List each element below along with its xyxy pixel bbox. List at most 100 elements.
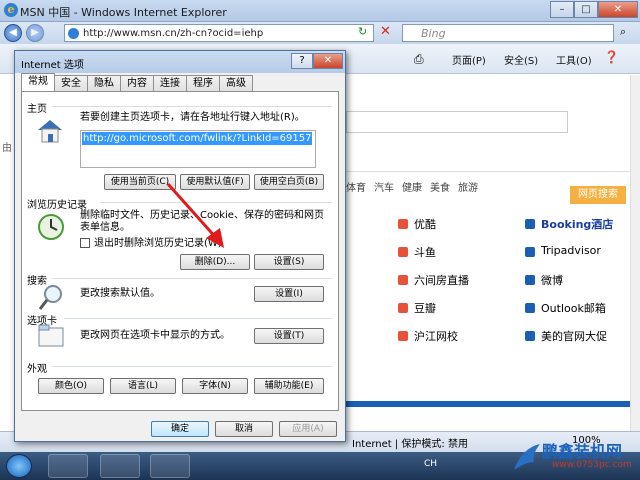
tools-menu[interactable]: 工具(O)	[556, 52, 592, 67]
colors-button[interactable]: 颜色(O)	[38, 378, 104, 394]
general-panel: 主页 若要创建主页选项卡，请在各地址行键入地址(R)。 http://go.mi…	[21, 91, 339, 411]
site-favicon-icon	[398, 247, 408, 257]
site-favicon-icon	[398, 331, 408, 341]
divider	[52, 106, 332, 107]
bird-logo-icon	[514, 444, 540, 470]
use-blank-button[interactable]: 使用空白页(B)	[254, 174, 324, 190]
dialog-close-button[interactable]: ✕	[313, 53, 343, 69]
search-desc: 更改搜索默认值。	[80, 288, 160, 299]
history-desc-line2: 表单信息。	[80, 222, 130, 233]
internet-options-dialog: Internet 选项 ? ✕ 常规 安全 隐私 内容 连接 程序 高级 主页 若要创建主页…	[14, 50, 346, 442]
maximize-button[interactable]: □	[574, 1, 598, 18]
category-tab[interactable]: 健康	[402, 179, 422, 194]
taskbar-folder-icon[interactable]	[100, 454, 140, 478]
site-link[interactable]: 豆瓣	[414, 300, 436, 316]
home-desc: 若要创建主页选项卡，请在各地址行键入地址(R)。	[80, 112, 305, 123]
back-icon[interactable]: ◀	[4, 24, 22, 42]
tab-0[interactable]: 常规	[21, 73, 55, 91]
dialog-title: Internet 选项	[21, 60, 84, 71]
category-tab[interactable]: 汽车	[374, 179, 394, 194]
use-current-button[interactable]: 使用当前页(C)	[104, 174, 176, 190]
delete-on-exit-checkbox[interactable]	[80, 238, 90, 248]
fonts-button[interactable]: 字体(N)	[182, 378, 248, 394]
site-link[interactable]: 优酷	[414, 216, 436, 232]
category-tab[interactable]: 体育	[346, 179, 366, 194]
site-link[interactable]: Tripadvisor	[541, 244, 601, 257]
address-text: http://www.msn.cn/zh-cn?ocid=iehp	[83, 28, 264, 39]
site-link[interactable]: Outlook邮箱	[541, 300, 606, 316]
site-link[interactable]: 六间房直播	[414, 272, 469, 288]
tray-language[interactable]: CH	[424, 459, 437, 469]
page-menu[interactable]: 页面(P)	[452, 52, 486, 67]
stop-icon[interactable]: ✕	[380, 24, 391, 39]
site-link[interactable]: 沪江网校	[414, 328, 458, 344]
tab-2[interactable]: 隐私	[87, 75, 121, 91]
site-favicon-icon	[398, 219, 408, 229]
site-search-button[interactable]: 网页搜索	[570, 186, 626, 204]
site-search-input[interactable]	[346, 111, 568, 133]
site-favicon-icon	[525, 303, 535, 313]
ie-titlebar: e MSN 中国 - Windows Internet Explorer – □…	[0, 0, 640, 22]
history-section-title: 浏览历史记录	[27, 200, 87, 211]
site-favicon-icon	[525, 275, 535, 285]
history-desc-line1: 删除临时文件、历史记录、Cookie、保存的密码和网页	[80, 210, 324, 221]
tabs-window-icon	[38, 324, 64, 347]
divider	[64, 318, 332, 319]
start-button[interactable]	[6, 454, 32, 478]
dialog-help-button[interactable]: ?	[291, 53, 313, 69]
ok-button[interactable]: 确定	[151, 421, 209, 437]
taskbar-ie-icon[interactable]	[48, 454, 88, 478]
delete-history-button[interactable]: 删除(D)...	[180, 254, 250, 270]
taskbar-media-icon[interactable]	[150, 454, 190, 478]
divider	[52, 366, 332, 367]
tab-1[interactable]: 安全	[54, 75, 88, 91]
category-tab[interactable]: 旅游	[458, 179, 478, 194]
tab-4[interactable]: 连接	[153, 75, 187, 91]
ie-logo-icon: e	[4, 3, 18, 17]
history-clock-icon	[38, 214, 64, 240]
accessibility-button[interactable]: 辅助功能(E)	[254, 378, 324, 394]
tab-5[interactable]: 程序	[186, 75, 220, 91]
site-favicon-icon	[525, 331, 535, 341]
divider	[346, 171, 630, 172]
address-row: ◀ ▶ http://www.msn.cn/zh-cn?ocid=iehp ↻ …	[0, 22, 640, 44]
magnifier-icon	[38, 285, 62, 310]
tab-6[interactable]: 高级	[219, 75, 253, 91]
apply-button[interactable]: 应用(A)	[279, 421, 337, 437]
address-bar[interactable]: http://www.msn.cn/zh-cn?ocid=iehp	[64, 24, 374, 42]
print-icon[interactable]: ⎙	[414, 52, 424, 67]
cancel-button[interactable]: 取消	[215, 421, 273, 437]
site-link[interactable]: 斗鱼	[414, 244, 436, 260]
safety-menu[interactable]: 安全(S)	[504, 52, 538, 67]
site-favicon-icon	[398, 275, 408, 285]
divider	[52, 278, 332, 279]
site-link[interactable]: 美的官网大促	[541, 328, 607, 344]
tabs-desc: 更改网页在选项卡中显示的方式。	[80, 330, 230, 341]
home-section-title: 主页	[27, 104, 47, 115]
category-tab[interactable]: 美食	[430, 179, 450, 194]
search-icon[interactable]: ⌕	[620, 25, 626, 39]
refresh-icon[interactable]: ↻	[358, 25, 367, 38]
scrollbar[interactable]	[630, 75, 640, 431]
forward-icon[interactable]: ▶	[26, 24, 44, 42]
watermark-title: 鹏鑫装机网	[542, 442, 623, 461]
use-default-button[interactable]: 使用默认值(F)	[180, 174, 250, 190]
tab-3[interactable]: 内容	[120, 75, 154, 91]
site-link[interactable]: 微博	[541, 272, 563, 288]
site-favicon-icon	[398, 303, 408, 313]
help-icon[interactable]: ❓	[604, 50, 619, 64]
status-text: Internet | 保护模式: 禁用	[352, 439, 468, 450]
home-url-field[interactable]: http://go.microsoft.com/fwlink/?LinkId=6…	[80, 130, 316, 168]
edge-char: 由	[2, 143, 12, 154]
delete-on-exit-label: 退出时删除浏览历史记录(W)	[94, 238, 222, 249]
minimize-button[interactable]: –	[550, 1, 574, 18]
search-settings-button[interactable]: 设置(I)	[254, 286, 324, 302]
site-link[interactable]: Booking酒店	[541, 216, 613, 232]
watermark: 鹏鑫装机网 www.0753pc.com	[512, 438, 640, 480]
search-box[interactable]: Bing	[402, 24, 614, 42]
search-placeholder: Bing	[421, 27, 446, 40]
close-button[interactable]: ✕	[598, 1, 638, 18]
tabs-settings-button[interactable]: 设置(T)	[254, 328, 324, 344]
languages-button[interactable]: 语言(L)	[110, 378, 176, 394]
history-settings-button[interactable]: 设置(S)	[254, 254, 324, 270]
